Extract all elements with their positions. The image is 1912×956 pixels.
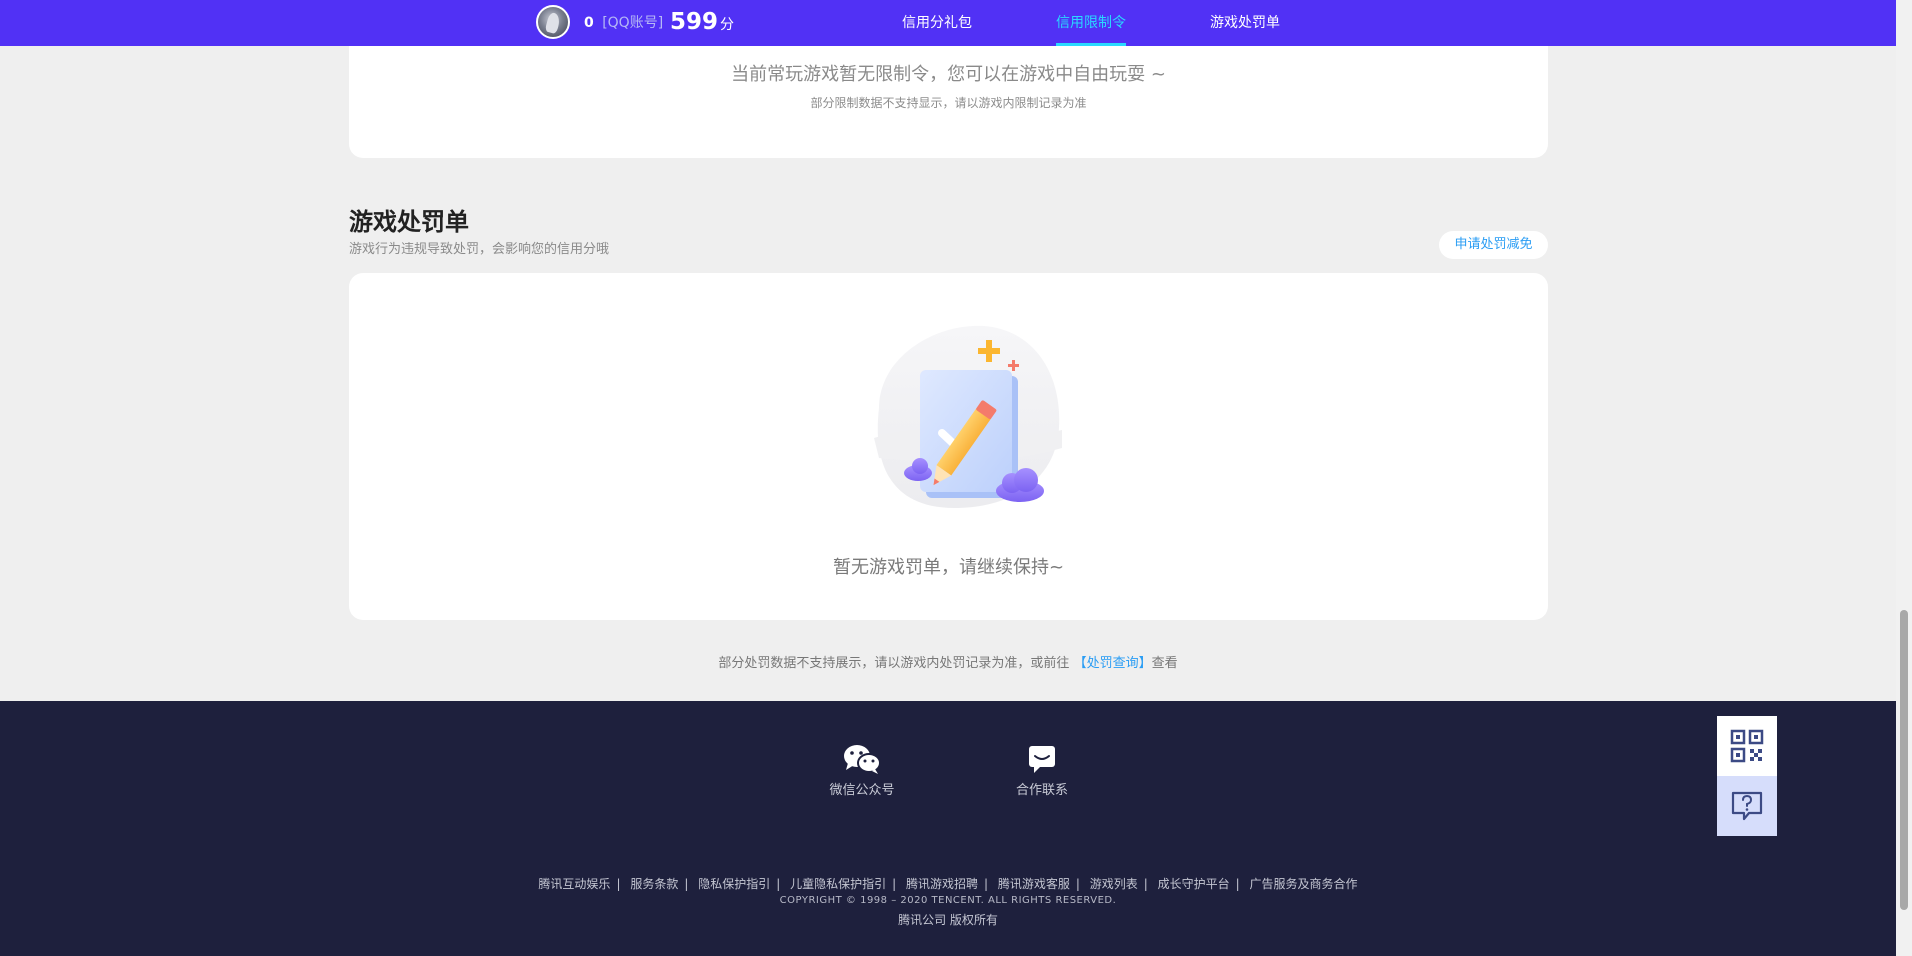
account-info: 0 [QQ账号] <box>584 12 663 34</box>
footer-link[interactable]: 游戏列表 <box>1090 877 1138 891</box>
message-icon <box>1029 746 1055 773</box>
account-type: [QQ账号] <box>602 15 664 31</box>
divider: | <box>1235 877 1240 891</box>
restriction-card: 当前常玩游戏暂无限制令，您可以在游戏中自由玩耍 ~ 部分限制数据不支持显示，请以… <box>349 30 1548 158</box>
note-text-after: 查看 <box>1151 656 1178 671</box>
penalty-note: 部分处罚数据不支持展示，请以游戏内处罚记录为准，或前往 【处罚查询】查看 <box>0 652 1896 671</box>
nav-game-penalty[interactable]: 游戏处罚单 <box>1210 0 1280 46</box>
nav-credit-restriction[interactable]: 信用限制令 <box>1056 0 1126 46</box>
avatar[interactable] <box>536 5 570 39</box>
score-value: 599 <box>670 9 719 35</box>
nav-credit-gift[interactable]: 信用分礼包 <box>902 0 972 46</box>
footer-copyright: COPYRIGHT © 1998 – 2020 TENCENT. ALL RIG… <box>779 895 1117 906</box>
divider: | <box>1143 877 1148 891</box>
penalty-card: 暂无游戏罚单，请继续保持~ <box>349 273 1548 620</box>
restriction-sub-message: 部分限制数据不支持显示，请以游戏内限制记录为准 <box>810 96 1087 110</box>
qr-code-button[interactable] <box>1717 716 1777 776</box>
divider: | <box>616 877 621 891</box>
divider: | <box>892 877 897 891</box>
section-description: 游戏行为违规导致处罚，会影响您的信用分哦 <box>349 242 610 257</box>
restriction-message: 当前常玩游戏暂无限制令，您可以在游戏中自由玩耍 ~ <box>731 64 1166 85</box>
appeal-penalty-button[interactable]: 申请处罚减免 <box>1439 231 1548 259</box>
top-nav-bar: 0 [QQ账号] 599 分 信用分礼包 信用限制令 游戏处罚单 <box>0 0 1896 46</box>
footer-link[interactable]: 服务条款 <box>630 877 678 891</box>
penalty-query-link[interactable]: 【处罚查询】 <box>1074 656 1152 671</box>
empty-penalty-text: 暂无游戏罚单，请继续保持~ <box>832 557 1065 578</box>
divider: | <box>684 877 689 891</box>
footer-link[interactable]: 成长守护平台 <box>1158 877 1230 891</box>
divider: | <box>1075 877 1080 891</box>
help-chat-icon <box>1731 791 1763 821</box>
footer-contact-label: 合作联系 <box>1015 783 1068 798</box>
scrollbar[interactable] <box>1896 0 1912 956</box>
qr-code-icon <box>1730 729 1764 763</box>
divider: | <box>776 877 781 891</box>
floating-panel <box>1717 716 1777 836</box>
footer-links: 腾讯互动娱乐 | 服务条款 | 隐私保护指引 | 儿童隐私保护指引 | 腾讯游戏招聘 | … <box>0 875 1896 892</box>
scroll-thumb[interactable] <box>1900 610 1908 910</box>
footer-link[interactable]: 儿童隐私保护指引 <box>790 877 886 891</box>
footer-link[interactable]: 腾讯游戏招聘 <box>906 877 978 891</box>
footer-link[interactable]: 隐私保护指引 <box>698 877 770 891</box>
footer-company: 腾讯公司 版权所有 <box>898 913 998 927</box>
empty-folder-check-pencil-illustration <box>874 325 1062 508</box>
footer-link[interactable]: 腾讯游戏客服 <box>998 877 1070 891</box>
note-text: 部分处罚数据不支持展示，请以游戏内处罚记录为准，或前往 <box>718 656 1070 671</box>
footer-link[interactable]: 广告服务及商务合作 <box>1250 877 1358 891</box>
footer-wechat[interactable]: 微信公众号 <box>812 743 912 798</box>
footer-contact[interactable]: 合作联系 <box>992 743 1092 798</box>
credit-score: 599 分 <box>670 7 734 37</box>
section-title: 游戏处罚单 <box>349 208 469 236</box>
footer: 微信公众号 合作联系 腾讯互动娱乐 | 服务条款 | 隐私保护指引 | 儿童隐私保护指… <box>0 701 1896 956</box>
score-unit: 分 <box>720 17 735 33</box>
footer-link[interactable]: 腾讯互动娱乐 <box>538 877 610 891</box>
divider: | <box>984 877 989 891</box>
help-button[interactable] <box>1717 776 1777 836</box>
wechat-icon <box>844 745 881 774</box>
footer-wechat-label: 微信公众号 <box>829 783 895 798</box>
account-number: 0 <box>584 15 594 31</box>
